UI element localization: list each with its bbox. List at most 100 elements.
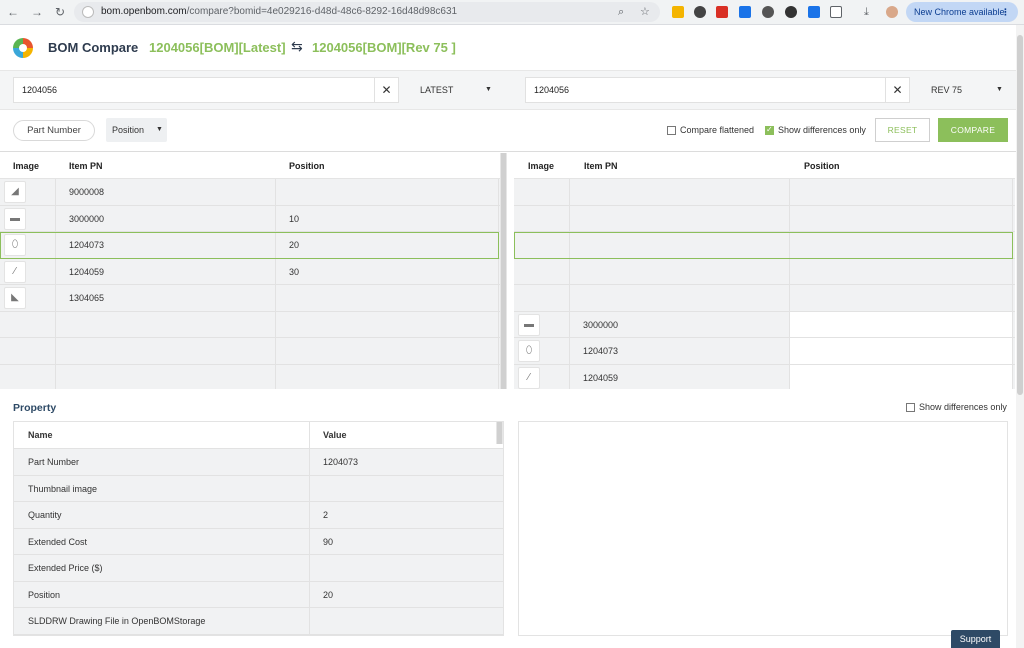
extensions-puzzle-icon[interactable] — [830, 6, 842, 18]
app-header: BOM Compare 1204056[BOM][Latest] ⇆ 12040… — [0, 25, 1024, 70]
item-pn-text — [570, 214, 583, 224]
update-chrome-button[interactable]: New Chrome available ⋮ — [906, 2, 1018, 22]
support-button[interactable]: Support — [951, 630, 1000, 648]
property-table-scrollbar[interactable] — [496, 422, 503, 444]
table-row[interactable]: ◢ 9000008 — [0, 179, 507, 206]
position-cell — [276, 285, 499, 311]
position-text — [276, 293, 289, 303]
openbom-logo — [13, 38, 33, 58]
column-header-name[interactable]: Name — [28, 422, 53, 448]
position-text: 10 — [289, 213, 300, 224]
extension-icon[interactable] — [808, 6, 820, 18]
position-text — [276, 373, 289, 383]
url-text[interactable]: bom.openbom.com/compare?bomid=4e029216-d… — [101, 6, 457, 17]
column-header-item-pn[interactable]: Item PN — [584, 153, 618, 179]
reset-button[interactable]: RESET — [875, 118, 930, 142]
compare-button[interactable]: COMPARE — [938, 118, 1008, 142]
item-pn-text: 1204073 — [583, 346, 619, 356]
position-text — [276, 320, 289, 330]
property-row[interactable]: SLDDRW Drawing File in OpenBOMStorage — [14, 608, 503, 635]
compare-key-pill[interactable]: Part Number — [13, 120, 95, 141]
column-header-position[interactable]: Position — [289, 153, 325, 179]
profile-avatar[interactable] — [886, 6, 898, 18]
property-row[interactable]: Quantity 2 — [14, 502, 503, 529]
bookmark-star-icon[interactable]: ☆ — [640, 6, 650, 18]
extension-calendar-icon[interactable] — [672, 6, 684, 18]
table-row[interactable]: ◣ 1304065 — [0, 285, 507, 312]
site-info-icon[interactable] — [82, 6, 94, 18]
table-row[interactable]: ⁄ 1204059 30 — [0, 258, 507, 285]
right-bom-link[interactable]: 1204056[BOM][Rev 75 ] — [312, 40, 456, 55]
pin-icon[interactable]: ⁄ — [518, 366, 540, 389]
column-header-image[interactable]: Image — [528, 153, 554, 179]
menu-dots-icon[interactable]: ⋮ — [1001, 2, 1010, 22]
left-bom-grid: Image Item PN Position ◢ 9000008 ▬ 3000000 1… — [0, 153, 507, 389]
item-pn-cell — [570, 232, 790, 258]
gmail-icon[interactable] — [716, 6, 728, 18]
swap-icon[interactable]: ⇆ — [291, 38, 303, 55]
right-revision-select[interactable]: REV 75 ▼ — [931, 77, 1011, 103]
extension-icon[interactable] — [762, 6, 774, 18]
property-row[interactable]: Part Number 1204073 — [14, 449, 503, 476]
rod-icon[interactable]: ▬ — [518, 313, 540, 336]
left-bom-link[interactable]: 1204056[BOM][Latest] — [149, 40, 286, 55]
column-header-position[interactable]: Position — [804, 153, 840, 179]
forward-icon[interactable]: → — [30, 5, 44, 19]
left-bom-input[interactable]: 1204056 — [13, 77, 375, 103]
address-bar[interactable]: bom.openbom.com/compare?bomid=4e029216-d… — [74, 2, 660, 22]
washer-icon[interactable]: ⬯ — [4, 234, 26, 256]
page-scrollbar[interactable] — [1016, 25, 1024, 648]
property-show-differences-checkbox[interactable] — [906, 403, 915, 412]
table-row[interactable]: ▬ 3000000 — [514, 311, 1015, 338]
washer-icon[interactable]: ⬯ — [518, 340, 540, 362]
table-row[interactable] — [514, 232, 1015, 259]
table-row[interactable] — [0, 311, 507, 338]
clip-icon[interactable]: ◣ — [4, 287, 26, 309]
sort-select[interactable]: Position ▼ — [106, 118, 167, 142]
table-row[interactable] — [514, 179, 1015, 206]
left-grid-scrollbar[interactable] — [500, 153, 507, 389]
extension-icon[interactable] — [694, 6, 706, 18]
item-pn-text: 1204073 — [69, 240, 105, 250]
table-row[interactable]: ⬯ 1204073 — [514, 338, 1015, 365]
property-row[interactable]: Thumbnail image — [14, 475, 503, 502]
table-row[interactable]: ⬯ 1204073 20 — [0, 232, 507, 259]
zoom-icon[interactable]: ⌕ — [618, 6, 624, 18]
right-bom-input[interactable]: 1204056 — [525, 77, 886, 103]
position-cell — [276, 364, 499, 389]
position-text — [790, 346, 803, 356]
property-row[interactable]: Position 20 — [14, 581, 503, 608]
table-row[interactable]: ⁄ 1204059 — [514, 364, 1015, 389]
column-header-item-pn[interactable]: Item PN — [69, 153, 103, 179]
column-header-value[interactable]: Value — [323, 422, 347, 448]
table-row[interactable] — [514, 205, 1015, 232]
item-pn-text: 1304065 — [69, 293, 105, 303]
column-header-image[interactable]: Image — [13, 153, 39, 179]
property-row[interactable]: Extended Price ($) — [14, 555, 503, 582]
extension-icon[interactable] — [739, 6, 751, 18]
reload-icon[interactable]: ↻ — [53, 5, 67, 19]
rod-icon[interactable]: ▬ — [4, 207, 26, 230]
table-row[interactable]: ▬ 3000000 10 — [0, 205, 507, 232]
right-clear-icon[interactable]: ✕ — [885, 77, 910, 103]
position-cell: 20 — [276, 232, 499, 258]
left-clear-icon[interactable]: ✕ — [374, 77, 399, 103]
download-icon[interactable]: ⤓ — [864, 6, 876, 18]
left-revision-select[interactable]: LATEST ▼ — [420, 77, 500, 103]
property-table-header: Name Value — [14, 422, 503, 449]
pin-icon[interactable]: ⁄ — [4, 260, 26, 283]
chevron-down-icon: ▼ — [156, 126, 163, 133]
grid-header: Image Item PN Position — [0, 153, 507, 179]
property-row[interactable]: Extended Cost 90 — [14, 528, 503, 555]
bracket-icon[interactable]: ◢ — [4, 181, 26, 203]
extension-icon[interactable] — [785, 6, 797, 18]
item-pn-cell: 1204073 — [56, 232, 276, 258]
back-icon[interactable]: ← — [6, 5, 20, 19]
compare-flattened-checkbox[interactable] — [667, 126, 676, 135]
table-row[interactable] — [0, 338, 507, 365]
show-differences-checkbox[interactable] — [765, 125, 774, 135]
table-row[interactable] — [514, 285, 1015, 312]
table-row[interactable] — [514, 258, 1015, 285]
table-row[interactable] — [0, 364, 507, 389]
column-divider — [309, 449, 310, 475]
